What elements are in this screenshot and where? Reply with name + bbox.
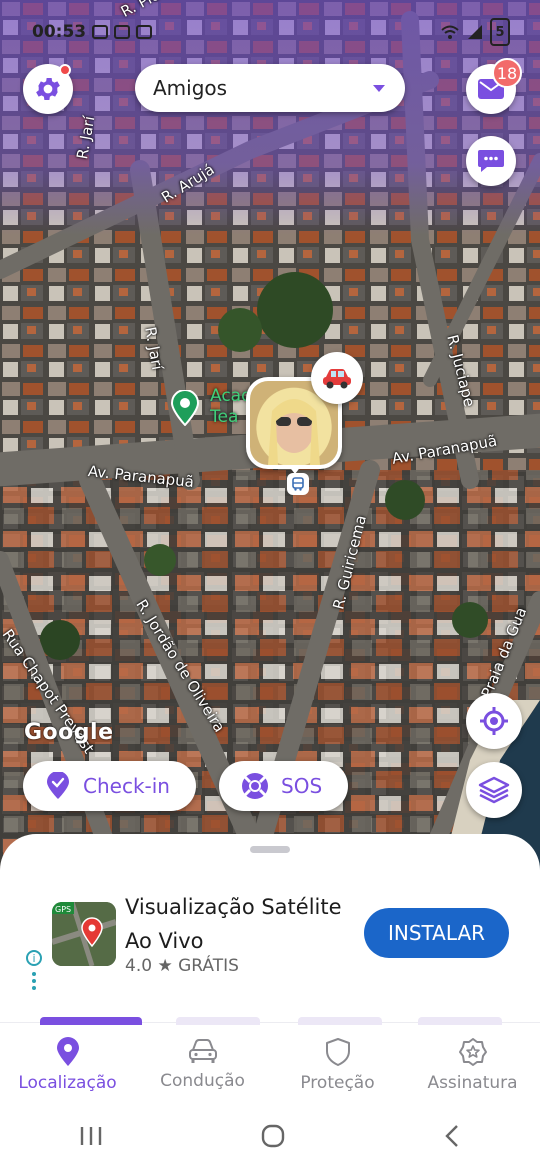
star-badge-icon bbox=[458, 1038, 487, 1066]
map-layers-button[interactable] bbox=[466, 762, 522, 818]
wifi-icon bbox=[441, 25, 459, 39]
bottom-sheet[interactable]: GPS Visualização Satélite Ao Vivo 4.0 ★ … bbox=[0, 834, 540, 1024]
group-selector[interactable]: Amigos bbox=[135, 64, 405, 112]
gear-icon bbox=[36, 78, 60, 100]
bottom-navigation: Localização Condução Proteção Assinatura bbox=[0, 1017, 540, 1102]
recent-apps-icon[interactable] bbox=[78, 1125, 104, 1147]
ad-rating: 4.0 ★ GRÁTIS bbox=[125, 956, 239, 976]
sheet-drag-handle[interactable] bbox=[250, 846, 290, 853]
signal-icon bbox=[468, 25, 482, 39]
my-location-button[interactable] bbox=[466, 693, 522, 749]
notification-icon bbox=[114, 25, 131, 39]
messages-button[interactable]: 18 bbox=[466, 58, 522, 114]
lifebuoy-icon bbox=[242, 773, 268, 799]
ad-info-icon[interactable]: i bbox=[26, 950, 42, 966]
car-icon bbox=[188, 1039, 217, 1063]
map-attribution: Google bbox=[24, 720, 114, 745]
car-icon bbox=[323, 369, 351, 389]
status-time: 00:53 bbox=[32, 22, 87, 42]
notification-icon bbox=[136, 25, 153, 39]
system-navigation-bar bbox=[0, 1102, 540, 1170]
home-icon[interactable] bbox=[260, 1123, 286, 1149]
chat-bubble-icon bbox=[478, 150, 504, 172]
notification-dot bbox=[59, 64, 71, 76]
ad-options-icon[interactable] bbox=[32, 972, 36, 993]
settings-button[interactable] bbox=[23, 64, 73, 114]
tab-indicator-row bbox=[0, 1017, 540, 1025]
location-pin-icon bbox=[56, 1037, 79, 1066]
sos-button[interactable]: SOS bbox=[219, 761, 348, 811]
svg-text:GPS: GPS bbox=[55, 905, 71, 914]
ad-app-icon[interactable]: GPS bbox=[52, 902, 116, 966]
tab-label: Assinatura bbox=[427, 1073, 518, 1093]
sos-label: SOS bbox=[281, 774, 323, 798]
battery-indicator: 5 bbox=[490, 18, 510, 46]
tab-label: Condução bbox=[160, 1071, 245, 1091]
shield-icon bbox=[325, 1038, 350, 1066]
location-check-icon bbox=[47, 772, 69, 799]
install-button[interactable]: INSTALAR bbox=[364, 908, 509, 958]
status-bar: 00:53 5 bbox=[32, 18, 510, 46]
checkin-button[interactable]: Check-in bbox=[23, 761, 196, 811]
tab-assinatura[interactable]: Assinatura bbox=[405, 1037, 540, 1093]
tab-conducao[interactable]: Condução bbox=[135, 1037, 270, 1091]
tab-label: Localização bbox=[18, 1073, 117, 1093]
tab-protecao[interactable]: Proteção bbox=[270, 1037, 405, 1093]
satellite-map[interactable]: R. Pio R. Jarí R. Arujá R. Jarí R. Jucia… bbox=[0, 0, 540, 880]
back-icon[interactable] bbox=[442, 1123, 462, 1149]
place-pin-icon[interactable] bbox=[170, 390, 200, 426]
notification-icon bbox=[92, 25, 109, 39]
tab-label: Proteção bbox=[300, 1073, 375, 1093]
tab-localizacao[interactable]: Localização bbox=[0, 1037, 135, 1093]
bus-stop-icon[interactable] bbox=[287, 473, 309, 495]
unread-count-badge: 18 bbox=[492, 58, 522, 88]
crosshair-icon bbox=[480, 707, 508, 735]
driving-status-badge[interactable] bbox=[311, 352, 363, 404]
group-selector-label: Amigos bbox=[153, 76, 228, 100]
checkin-label: Check-in bbox=[83, 774, 170, 798]
chevron-down-icon bbox=[373, 84, 385, 92]
ad-title[interactable]: Visualização Satélite Ao Vivo bbox=[125, 890, 365, 958]
chat-button[interactable] bbox=[466, 136, 516, 186]
layers-icon bbox=[478, 776, 510, 804]
